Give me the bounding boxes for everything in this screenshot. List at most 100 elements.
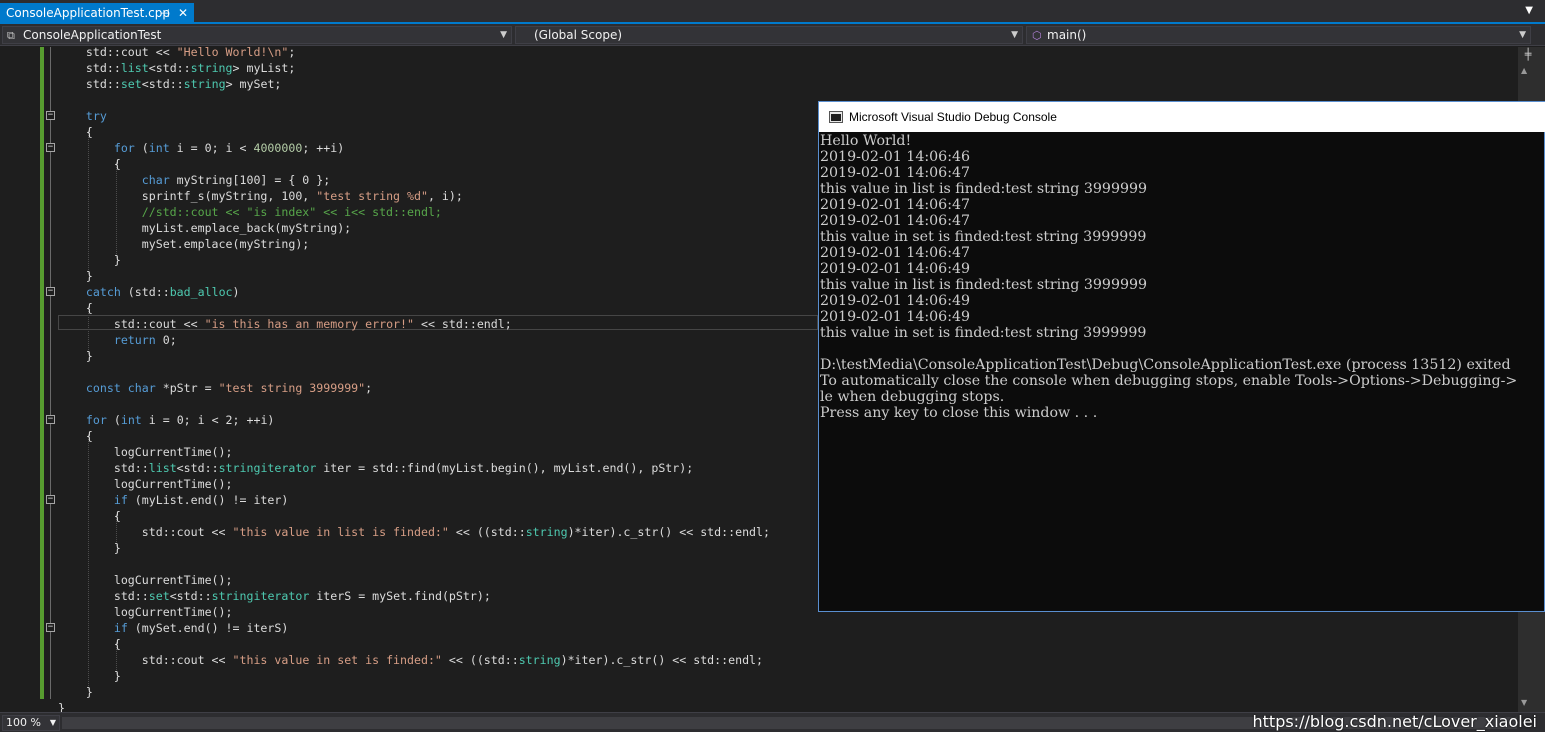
code-text[interactable]: std::cout << "Hello World!\n"; std::list… <box>58 47 770 712</box>
tab-consoleapplicationtest-cpp[interactable]: ConsoleApplicationTest.cpp ⊣ ✕ <box>0 3 194 24</box>
console-output[interactable]: Hello World! 2019-02-01 14:06:46 2019-02-0… <box>820 133 1545 611</box>
debug-console-window[interactable]: Microsoft Visual Studio Debug Console He… <box>818 101 1545 612</box>
code-line[interactable]: } <box>58 700 770 712</box>
code-token: myString[100] = { 0 }; <box>169 173 331 187</box>
code-line[interactable]: { <box>58 428 770 444</box>
code-line[interactable] <box>58 364 770 380</box>
function-dropdown[interactable]: ⬡ main() ▼ <box>1026 26 1531 44</box>
scope-dropdown[interactable]: (Global Scope) ▼ <box>515 26 1023 44</box>
console-titlebar[interactable]: Microsoft Visual Studio Debug Console <box>819 102 1545 132</box>
console-line: Hello World! <box>820 133 912 149</box>
tab-list-dropdown-icon[interactable]: ▼ <box>1525 5 1533 16</box>
code-line[interactable]: { <box>58 508 770 524</box>
code-line[interactable]: for (int i = 0; i < 4000000; ++i) <box>58 140 770 156</box>
code-token: logCurrentTime(); <box>58 477 233 491</box>
scroll-up-icon[interactable]: ▲ <box>1521 66 1527 75</box>
code-line[interactable]: logCurrentTime(); <box>58 604 770 620</box>
console-line: Press any key to close this window . . . <box>820 405 1098 421</box>
pin-icon[interactable]: ⊣ <box>160 3 170 24</box>
project-dropdown[interactable]: ⧉ ConsoleApplicationTest ▼ <box>2 26 512 44</box>
console-line: le when debugging stops. <box>820 389 1005 405</box>
console-line: 2019-02-01 14:06:47 <box>820 165 971 181</box>
console-line: 2019-02-01 14:06:49 <box>820 293 971 309</box>
code-line[interactable]: catch (std::bad_alloc) <box>58 284 770 300</box>
code-line[interactable]: try <box>58 108 770 124</box>
code-line[interactable]: logCurrentTime(); <box>58 476 770 492</box>
code-token: (myList.end() != iter) <box>127 493 289 507</box>
code-line[interactable]: std::list<std::string> myList; <box>58 60 770 76</box>
code-line[interactable]: std::set<std::stringiterator iterS = myS… <box>58 588 770 604</box>
code-line[interactable]: return 0; <box>58 332 770 348</box>
code-line[interactable]: { <box>58 124 770 140</box>
code-token: } <box>58 253 121 267</box>
code-line[interactable]: const char *pStr = "test string 3999999"… <box>58 380 770 396</box>
code-line[interactable]: myList.emplace_back(myString); <box>58 220 770 236</box>
code-line[interactable]: { <box>58 636 770 652</box>
code-line[interactable]: if (myList.end() != iter) <box>58 492 770 508</box>
code-token: )*iter).c_str() << std::endl; <box>560 653 764 667</box>
code-token: << ((std:: <box>441 653 519 667</box>
code-token: 4000000 <box>253 141 303 155</box>
code-line[interactable]: } <box>58 348 770 364</box>
close-icon[interactable]: ✕ <box>178 3 188 24</box>
collapse-icon[interactable]: − <box>46 111 55 120</box>
code-token: <std:: <box>169 589 212 603</box>
code-line[interactable]: std::list<std::stringiterator iter = std… <box>58 460 770 476</box>
code-line[interactable]: } <box>58 252 770 268</box>
code-token: if <box>58 621 128 635</box>
code-token: std:: <box>58 61 121 75</box>
code-line[interactable]: } <box>58 268 770 284</box>
code-token: std::cout << <box>58 653 233 667</box>
code-line[interactable]: mySet.emplace(myString); <box>58 236 770 252</box>
code-token: { <box>58 157 121 171</box>
zoom-level: 100 % <box>6 716 41 729</box>
code-line[interactable]: } <box>58 668 770 684</box>
code-token: (mySet.end() != iterS) <box>127 621 289 635</box>
code-line[interactable]: //std::cout << "is index" << i<< std::en… <box>58 204 770 220</box>
code-line[interactable]: { <box>58 156 770 172</box>
collapse-icon[interactable]: − <box>46 415 55 424</box>
code-line[interactable]: } <box>58 540 770 556</box>
code-token: ) <box>232 285 240 299</box>
code-line[interactable] <box>58 92 770 108</box>
code-line[interactable]: char myString[100] = { 0 }; <box>58 172 770 188</box>
console-line: this value in list is finded:test string… <box>820 277 1148 293</box>
code-line[interactable]: std::cout << "is this has an memory erro… <box>58 316 770 332</box>
code-line[interactable]: std::cout << "this value in list is find… <box>58 524 770 540</box>
code-line[interactable]: } <box>58 684 770 700</box>
collapse-icon[interactable]: − <box>46 623 55 632</box>
code-line[interactable]: std::cout << "this value in set is finde… <box>58 652 770 668</box>
code-line[interactable]: sprintf_s(myString, 100, "test string %d… <box>58 188 770 204</box>
code-line[interactable]: logCurrentTime(); <box>58 572 770 588</box>
code-line[interactable]: std::cout << "Hello World!\n"; <box>58 47 770 60</box>
code-line[interactable]: logCurrentTime(); <box>58 444 770 460</box>
code-token: "this value in set is finded:" <box>232 653 442 667</box>
code-line[interactable]: std::set<std::string> mySet; <box>58 76 770 92</box>
collapse-icon[interactable]: − <box>46 495 55 504</box>
chevron-down-icon: ▼ <box>49 718 56 727</box>
zoom-dropdown[interactable]: 100 % ▼ <box>2 715 60 731</box>
code-token: if <box>58 493 128 507</box>
code-line[interactable] <box>58 396 770 412</box>
code-token: } <box>58 349 93 363</box>
code-token: list <box>120 61 149 75</box>
watermark-url: https://blog.csdn.net/cLover_xiaolei <box>1252 712 1538 731</box>
code-line[interactable] <box>58 556 770 572</box>
console-line: 2019-02-01 14:06:47 <box>820 245 971 261</box>
collapse-icon[interactable]: − <box>46 287 55 296</box>
scroll-down-icon[interactable]: ▼ <box>1521 698 1527 707</box>
code-token: for <box>58 413 107 427</box>
code-line[interactable]: if (mySet.end() != iterS) <box>58 620 770 636</box>
code-token: logCurrentTime(); <box>58 445 233 459</box>
code-token: << std::endl; <box>414 317 512 331</box>
code-token: { <box>58 637 121 651</box>
code-token: bad_alloc <box>169 285 233 299</box>
code-line[interactable]: { <box>58 300 770 316</box>
breakpoint-margin[interactable] <box>0 47 18 712</box>
split-window-icon[interactable]: ╪ <box>1521 48 1535 62</box>
code-token: return <box>58 333 156 347</box>
collapse-icon[interactable]: − <box>46 143 55 152</box>
code-line[interactable]: for (int i = 0; i < 2; ++i) <box>58 412 770 428</box>
code-token: { <box>58 125 93 139</box>
code-token: *pStr = <box>155 381 219 395</box>
